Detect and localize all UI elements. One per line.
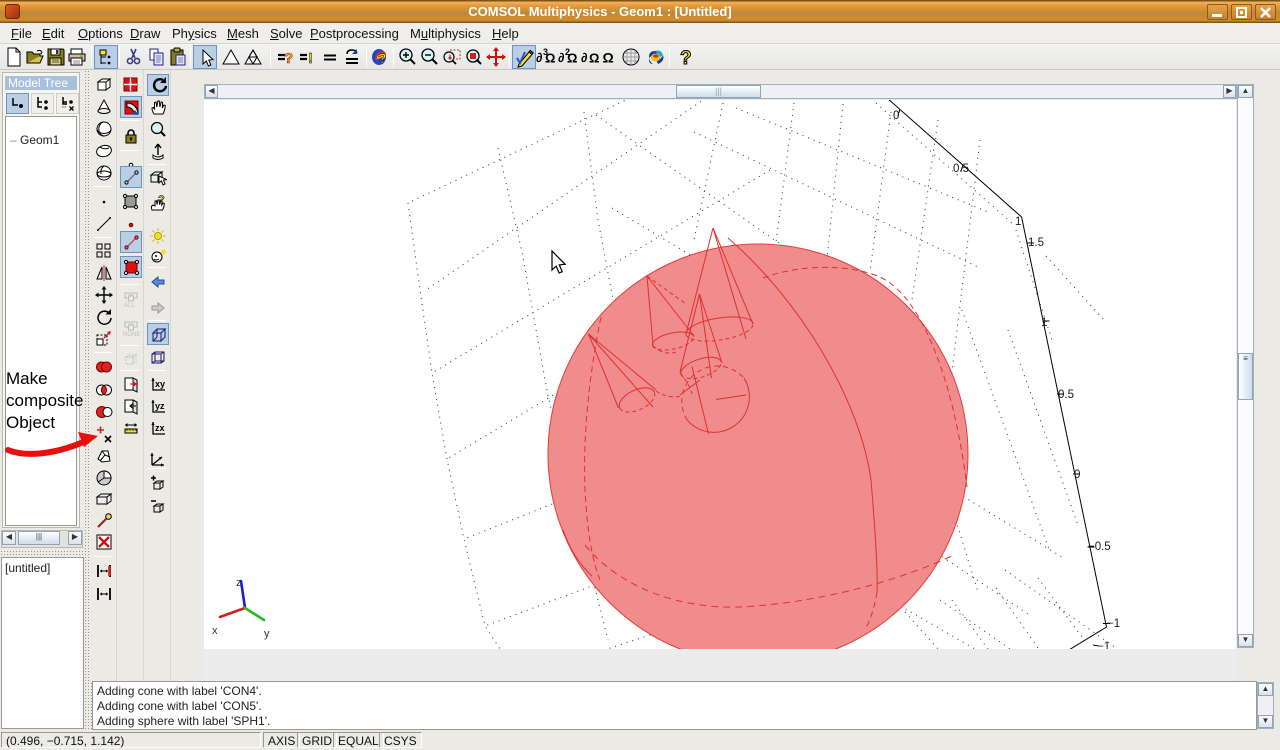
svg-text:0.5: 0.5 [953,163,969,175]
svg-text:0: 0 [893,110,899,122]
svg-text:z: z [236,577,242,589]
svg-text:zx: zx [155,423,165,433]
svg-text:x: x [212,625,218,637]
svg-text:∂: ∂ [581,50,587,65]
svg-text:yz: yz [155,401,165,411]
svg-text:1: 1 [1015,216,1021,228]
svg-text:?: ? [158,194,165,206]
svg-text:!: ! [308,50,313,67]
svg-text:−1: −1 [1097,641,1110,649]
svg-text:0.5: 0.5 [1058,389,1074,401]
svg-text:1.5: 1.5 [1028,237,1044,249]
svg-text:NONE: NONE [123,332,140,338]
svg-text:−1: −1 [1107,618,1120,630]
svg-text:?: ? [680,48,692,67]
svg-text:?: ? [284,50,293,67]
svg-text:ALL: ALL [124,303,135,309]
svg-text:∂: ∂ [558,50,564,65]
svg-text:Ω: Ω [567,51,577,66]
svg-text:?: ? [378,50,387,66]
svg-text:Ω: Ω [603,50,614,66]
svg-text:0: 0 [1074,469,1080,481]
svg-text:xy: xy [155,379,165,389]
svg-text:∂: ∂ [536,50,542,65]
svg-text:−0.5: −0.5 [1088,541,1111,553]
svg-text:Ω: Ω [545,51,555,66]
svg-text:y: y [264,628,270,640]
svg-text:1: 1 [1041,317,1047,329]
